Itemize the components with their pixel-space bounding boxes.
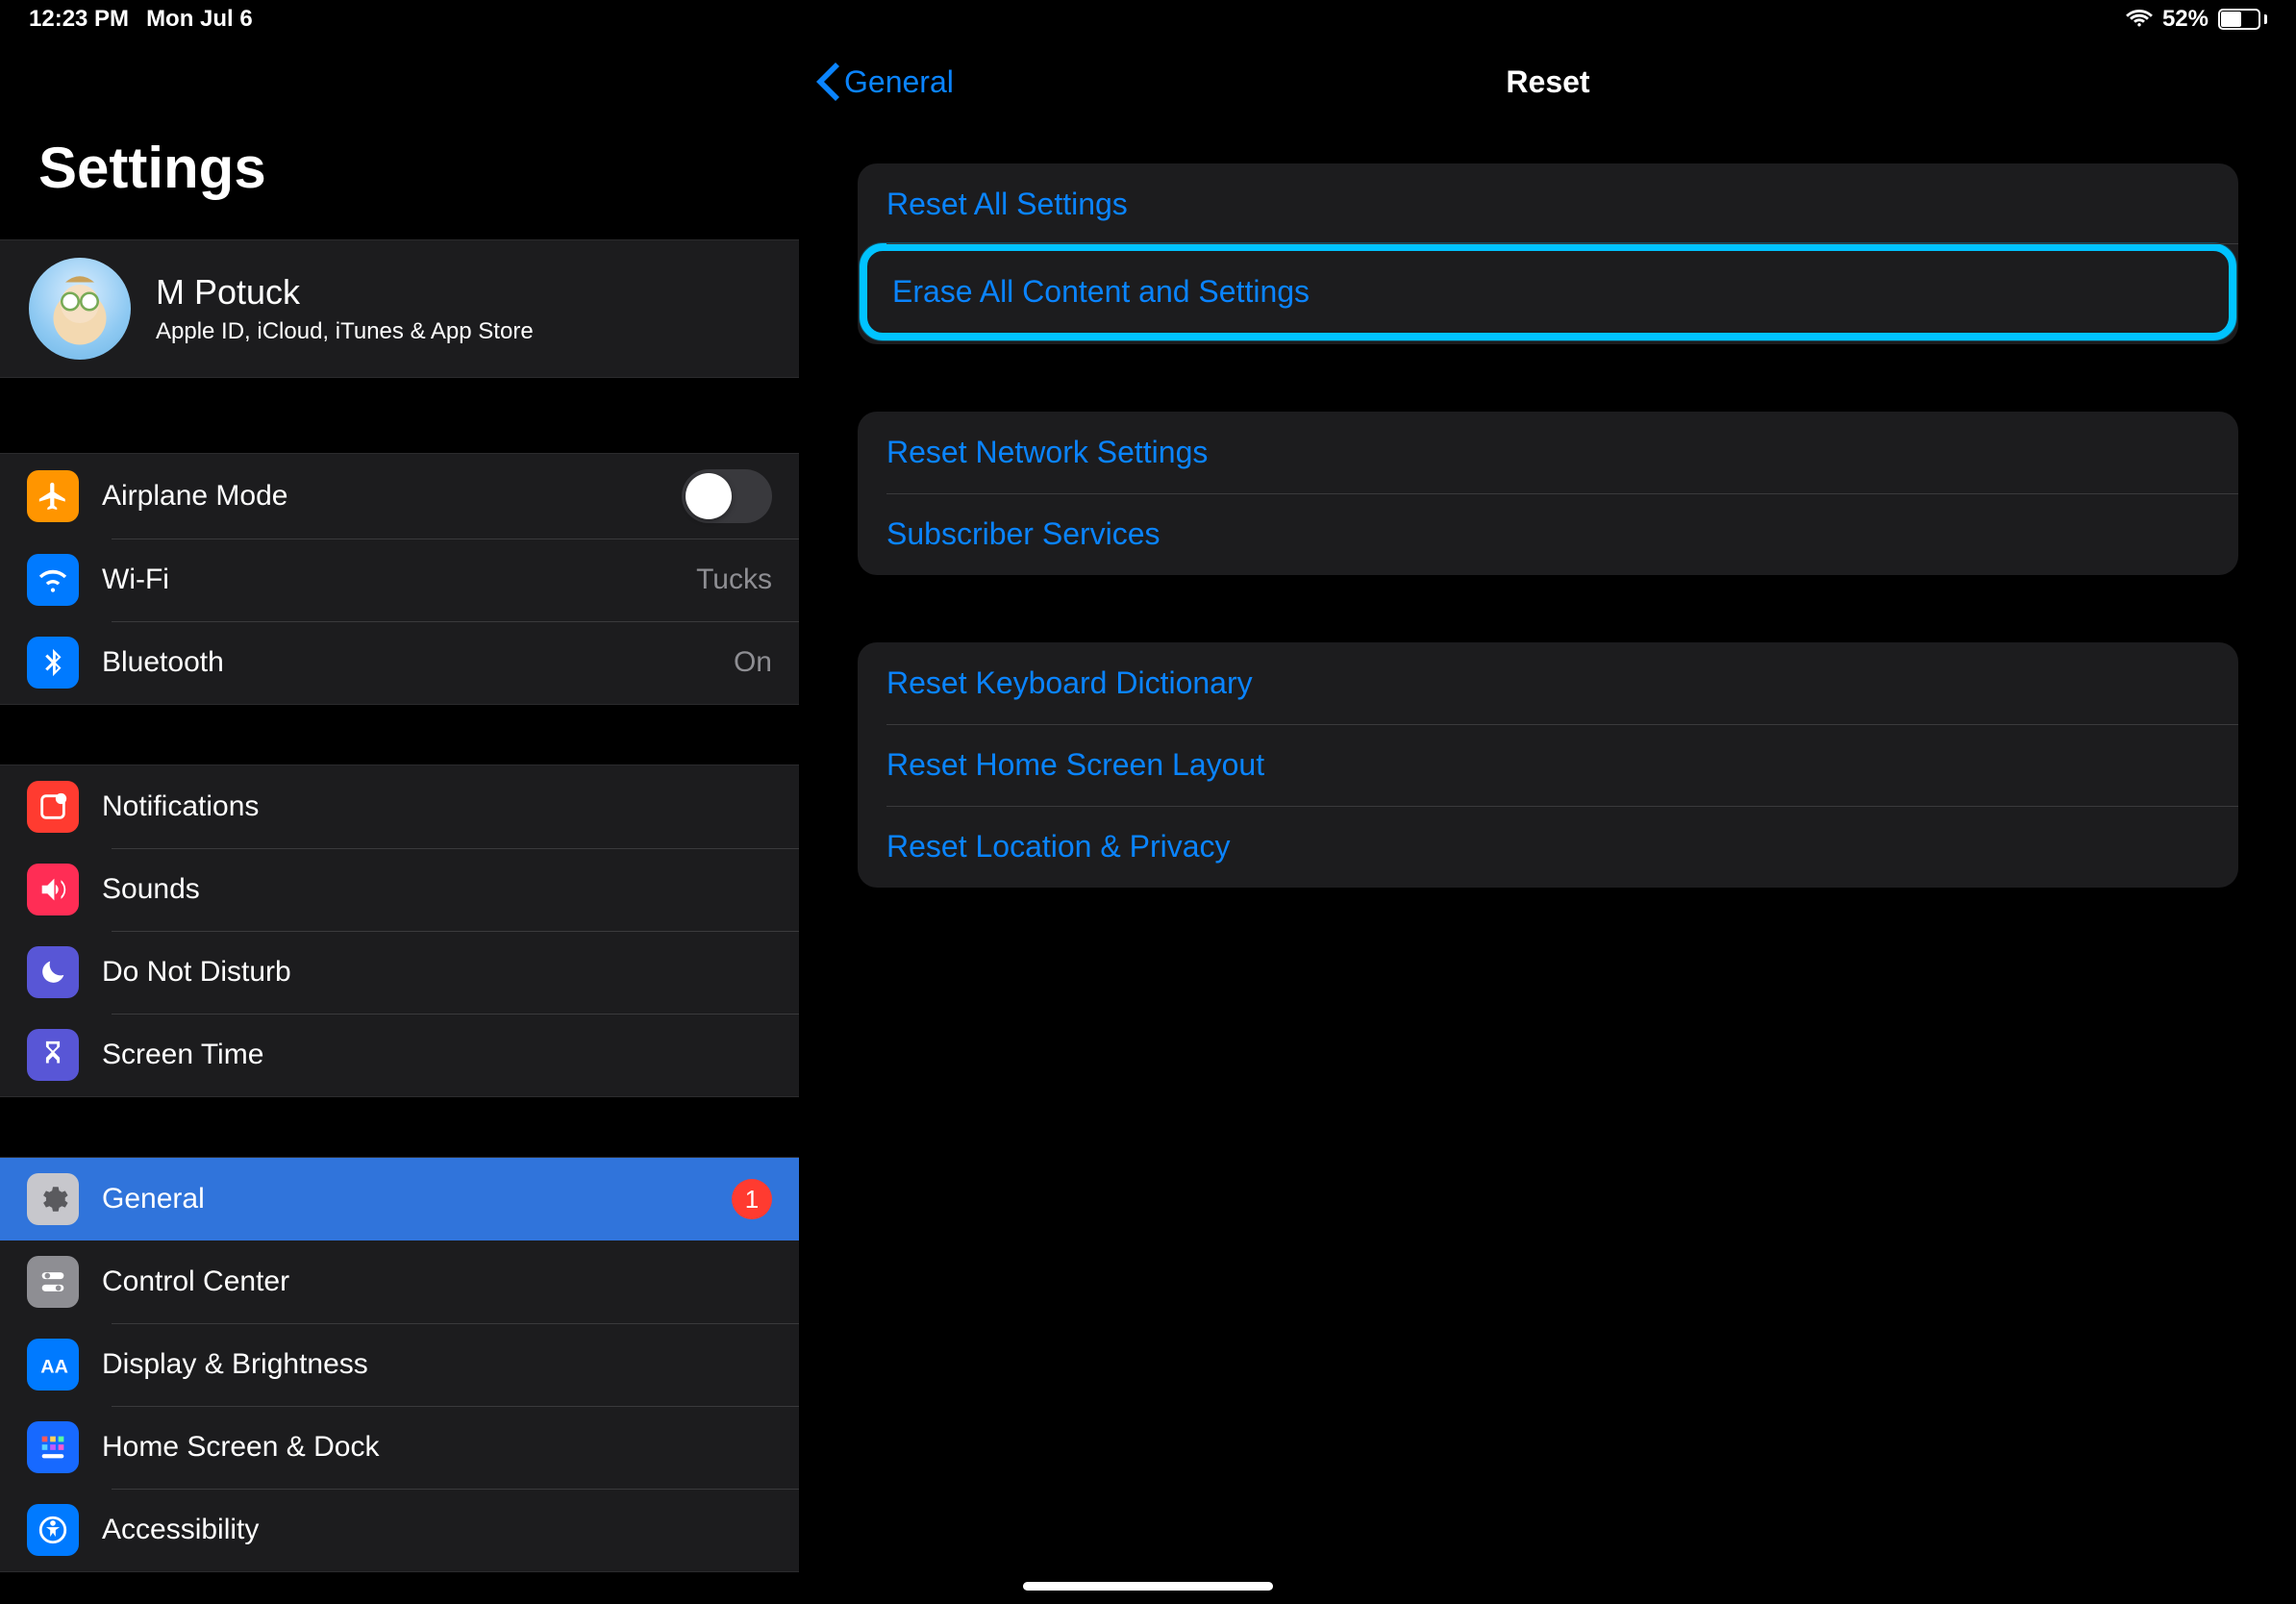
sidebar-item-screentime[interactable]: Screen Time — [0, 1014, 799, 1096]
grid-icon — [27, 1421, 79, 1473]
airplane-toggle[interactable] — [682, 469, 772, 523]
display-icon: AA — [27, 1339, 79, 1391]
account-name: M Potuck — [156, 272, 534, 313]
bluetooth-icon — [27, 637, 79, 689]
apple-id-row[interactable]: M Potuck Apple ID, iCloud, iTunes & App … — [0, 239, 799, 378]
erase-all-row-container: Erase All Content and Settings — [858, 243, 2238, 340]
sidebar-item-sounds[interactable]: Sounds — [0, 848, 799, 931]
bluetooth-label: Bluetooth — [102, 646, 711, 679]
reset-detail-pane: General Reset Reset All Settings Erase A… — [800, 38, 2296, 1604]
wifi-label: Wi-Fi — [102, 564, 673, 596]
status-time: 12:23 PM — [29, 6, 129, 33]
account-subtitle: Apple ID, iCloud, iTunes & App Store — [156, 318, 534, 345]
back-button[interactable]: General — [800, 63, 954, 101]
accessibility-label: Accessibility — [102, 1514, 772, 1546]
gear-icon — [27, 1173, 79, 1225]
sidebar-group-connectivity: Airplane Mode Wi-Fi Tucks Bluetooth On — [0, 453, 799, 705]
sidebar-item-accessibility[interactable]: Accessibility — [0, 1489, 799, 1571]
sidebar-item-notifications[interactable]: Notifications — [0, 765, 799, 848]
sidebar-item-bluetooth[interactable]: Bluetooth On — [0, 621, 799, 704]
reset-location-row[interactable]: Reset Location & Privacy — [858, 806, 2238, 888]
notifications-label: Notifications — [102, 790, 772, 823]
sidebar-item-home-dock[interactable]: Home Screen & Dock — [0, 1406, 799, 1489]
general-label: General — [102, 1183, 709, 1216]
wifi-icon — [2126, 3, 2153, 37]
chevron-left-icon — [815, 63, 840, 101]
reset-home-layout-row[interactable]: Reset Home Screen Layout — [858, 724, 2238, 806]
control-center-label: Control Center — [102, 1266, 772, 1298]
page-title: Settings — [0, 38, 799, 239]
detail-nav-bar: General Reset — [800, 38, 2296, 125]
home-indicator[interactable] — [1023, 1582, 1273, 1591]
airplane-label: Airplane Mode — [102, 480, 659, 513]
wifi-settings-icon — [27, 554, 79, 606]
moon-icon — [27, 946, 79, 998]
detail-title: Reset — [1506, 64, 1589, 100]
wifi-value: Tucks — [696, 564, 772, 596]
reset-group-network: Reset Network Settings Subscriber Servic… — [858, 412, 2238, 575]
sounds-icon — [27, 864, 79, 915]
sidebar-group-alerts: Notifications Sounds Do Not Disturb Scre… — [0, 764, 799, 1097]
settings-sidebar: Settings M Potuck Apple ID, iCloud, iTun… — [0, 38, 800, 1604]
home-dock-label: Home Screen & Dock — [102, 1431, 772, 1464]
screentime-label: Screen Time — [102, 1039, 772, 1071]
airplane-icon — [27, 470, 79, 522]
sidebar-item-control-center[interactable]: Control Center — [0, 1241, 799, 1323]
reset-network-row[interactable]: Reset Network Settings — [858, 412, 2238, 493]
sidebar-item-display[interactable]: AA Display & Brightness — [0, 1323, 799, 1406]
sidebar-item-wifi[interactable]: Wi-Fi Tucks — [0, 539, 799, 621]
general-badge: 1 — [732, 1179, 772, 1219]
back-label: General — [844, 64, 954, 100]
sidebar-group-system: General 1 Control Center AA Display & Br… — [0, 1157, 799, 1572]
status-date: Mon Jul 6 — [146, 6, 253, 33]
bluetooth-value: On — [734, 646, 772, 679]
reset-group-general: Reset All Settings Erase All Content and… — [858, 163, 2238, 344]
reset-all-settings-row[interactable]: Reset All Settings — [858, 163, 2238, 245]
dnd-label: Do Not Disturb — [102, 956, 772, 989]
accessibility-icon — [27, 1504, 79, 1556]
toggles-icon — [27, 1256, 79, 1308]
status-bar: 12:23 PM Mon Jul 6 52% — [0, 0, 2296, 38]
svg-text:AA: AA — [40, 1357, 68, 1378]
sidebar-item-dnd[interactable]: Do Not Disturb — [0, 931, 799, 1014]
erase-all-content-row[interactable]: Erase All Content and Settings — [860, 243, 2236, 340]
reset-group-misc: Reset Keyboard Dictionary Reset Home Scr… — [858, 642, 2238, 888]
notifications-icon — [27, 781, 79, 833]
avatar — [29, 258, 131, 360]
subscriber-services-row[interactable]: Subscriber Services — [858, 493, 2238, 575]
display-label: Display & Brightness — [102, 1348, 772, 1381]
sounds-label: Sounds — [102, 873, 772, 906]
battery-percentage: 52% — [2162, 6, 2209, 33]
sidebar-item-airplane-mode[interactable]: Airplane Mode — [0, 454, 799, 539]
reset-keyboard-row[interactable]: Reset Keyboard Dictionary — [858, 642, 2238, 724]
hourglass-icon — [27, 1029, 79, 1081]
sidebar-item-general[interactable]: General 1 — [0, 1158, 799, 1241]
battery-icon — [2218, 9, 2267, 30]
